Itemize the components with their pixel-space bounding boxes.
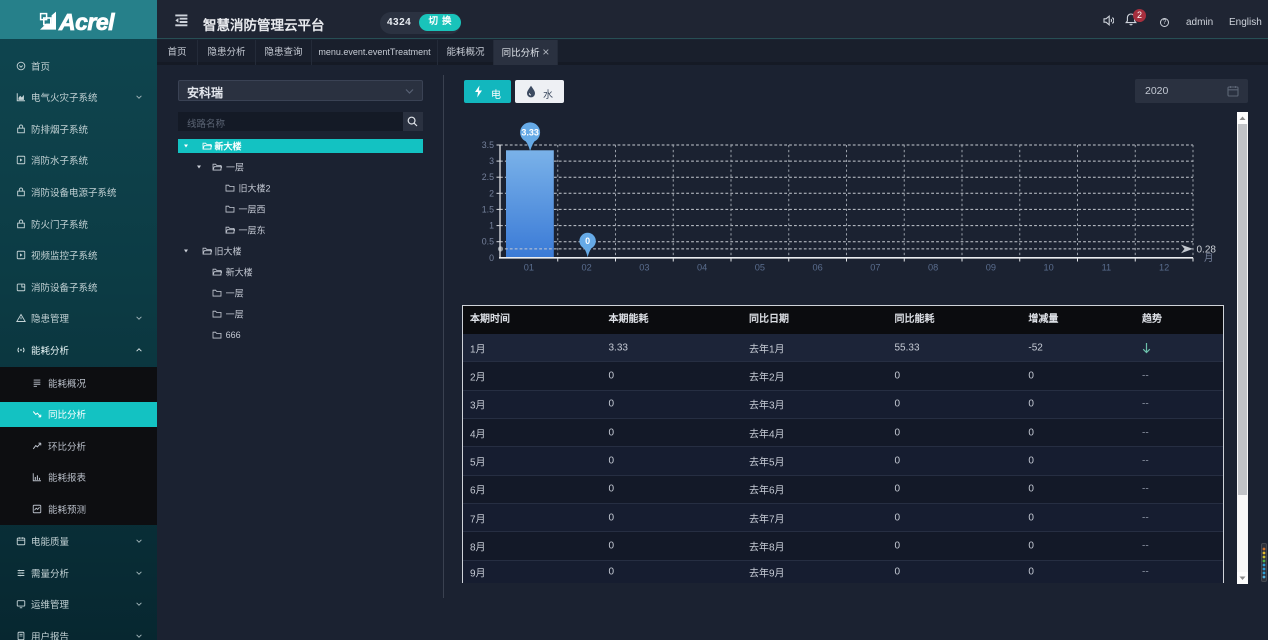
svg-text:1.5: 1.5 — [482, 204, 494, 214]
svg-text:月: 月 — [1204, 253, 1214, 264]
svg-text:0.5: 0.5 — [482, 237, 494, 247]
svg-text:04: 04 — [697, 263, 707, 273]
svg-text:12: 12 — [1159, 263, 1169, 273]
svg-text:09: 09 — [986, 263, 996, 273]
svg-text:06: 06 — [812, 263, 822, 273]
svg-text:01: 01 — [524, 263, 534, 273]
svg-text:11: 11 — [1102, 263, 1112, 273]
svg-text:05: 05 — [755, 263, 765, 273]
svg-text:0: 0 — [585, 236, 590, 246]
svg-text:2: 2 — [489, 188, 494, 198]
svg-text:2.5: 2.5 — [482, 172, 494, 182]
svg-text:03: 03 — [639, 263, 649, 273]
svg-text:1: 1 — [489, 221, 494, 231]
svg-text:02: 02 — [581, 263, 591, 273]
svg-text:3.33: 3.33 — [521, 128, 539, 138]
svg-text:08: 08 — [928, 263, 938, 273]
svg-text:10: 10 — [1043, 263, 1053, 273]
svg-text:0: 0 — [489, 253, 494, 263]
svg-text:07: 07 — [870, 263, 880, 273]
svg-text:3: 3 — [489, 156, 494, 166]
svg-text:3.5: 3.5 — [482, 140, 494, 150]
